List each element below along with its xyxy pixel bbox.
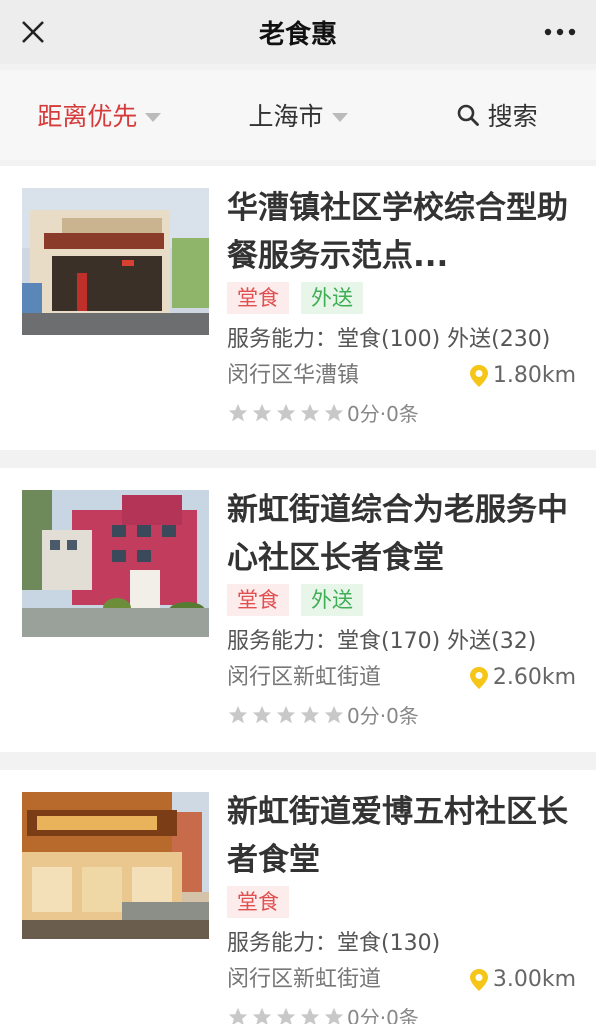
- sort-distance-dropdown[interactable]: 距离优先: [0, 97, 199, 133]
- service-tags: 堂食 外送: [227, 282, 576, 314]
- star-icon: [228, 705, 248, 723]
- distance: 3.00km: [469, 964, 576, 996]
- star-icon: [276, 1007, 296, 1024]
- canteen-name[interactable]: 华漕镇社区学校综合型助餐服务示范点...: [227, 184, 576, 280]
- canteen-name[interactable]: 新虹街道综合为老服务中心社区长者食堂: [227, 486, 576, 582]
- listing-info: 新虹街道爱博五村社区长者食堂 堂食 服务能力：堂食(130) 闵行区新虹街道 3…: [227, 792, 576, 1024]
- star-icon: [324, 1007, 344, 1024]
- rating-row: 0分·0条: [227, 700, 576, 729]
- star-rating: [227, 704, 345, 726]
- distance-value: 1.80km: [492, 363, 576, 388]
- star-icon: [276, 705, 296, 723]
- star-icon: [252, 705, 272, 723]
- map-pin-icon: [469, 969, 488, 991]
- rating-text: 0分·0条: [347, 704, 419, 728]
- filter-bar: 距离优先 上海市 搜索: [0, 70, 596, 160]
- service-tags: 堂食 外送: [227, 584, 576, 616]
- more-dots-icon: [544, 28, 576, 36]
- star-icon: [300, 403, 320, 421]
- tag-delivery: 外送: [301, 282, 363, 314]
- district-label: 闵行区新虹街道: [227, 967, 382, 992]
- location-row: 闵行区华漕镇 1.80km: [227, 360, 576, 392]
- list-item[interactable]: 新虹街道综合为老服务中心社区长者食堂 堂食 外送 服务能力：堂食(170) 外送…: [0, 468, 596, 752]
- page-title: 老食惠: [258, 19, 337, 50]
- map-pin-icon: [469, 365, 488, 387]
- canteen-name[interactable]: 新虹街道爱博五村社区长者食堂: [227, 788, 576, 884]
- tag-dine-in: 堂食: [227, 282, 289, 314]
- more-button[interactable]: [526, 7, 576, 57]
- district-label: 闵行区新虹街道: [227, 665, 382, 690]
- rating-text: 0分·0条: [347, 402, 419, 426]
- canteen-photo: [22, 490, 209, 637]
- list-item[interactable]: 华漕镇社区学校综合型助餐服务示范点... 堂食 外送 服务能力：堂食(100) …: [0, 166, 596, 450]
- tag-dine-in: 堂食: [227, 584, 289, 616]
- canteen-list: 华漕镇社区学校综合型助餐服务示范点... 堂食 外送 服务能力：堂食(100) …: [0, 166, 596, 1024]
- star-rating: [227, 402, 345, 424]
- location-row: 闵行区新虹街道 2.60km: [227, 662, 576, 694]
- star-icon: [276, 403, 296, 421]
- canteen-photo: [22, 188, 209, 335]
- star-rating: [227, 1006, 345, 1024]
- search-label: 搜索: [487, 102, 538, 131]
- star-icon: [228, 1007, 248, 1024]
- star-icon: [324, 403, 344, 421]
- close-button[interactable]: [20, 7, 70, 57]
- map-pin-icon: [469, 667, 488, 689]
- distance-value: 2.60km: [492, 665, 576, 690]
- listing-info: 新虹街道综合为老服务中心社区长者食堂 堂食 外送 服务能力：堂食(170) 外送…: [227, 490, 576, 752]
- star-icon: [252, 403, 272, 421]
- service-tags: 堂食: [227, 886, 576, 918]
- star-icon: [324, 705, 344, 723]
- service-capacity: 服务能力：堂食(100) 外送(230): [227, 327, 551, 352]
- star-icon: [228, 403, 248, 421]
- tag-dine-in: 堂食: [227, 886, 289, 918]
- caret-down-icon: [331, 112, 348, 122]
- distance: 1.80km: [469, 360, 576, 392]
- star-icon: [252, 1007, 272, 1024]
- sort-label: 距离优先: [37, 102, 138, 131]
- listing-info: 华漕镇社区学校综合型助餐服务示范点... 堂食 外送 服务能力：堂食(100) …: [227, 188, 576, 450]
- list-item[interactable]: 新虹街道爱博五村社区长者食堂 堂食 服务能力：堂食(130) 闵行区新虹街道 3…: [0, 770, 596, 1024]
- city-dropdown[interactable]: 上海市: [199, 97, 398, 133]
- service-capacity: 服务能力：堂食(170) 外送(32): [227, 629, 537, 654]
- distance-value: 3.00km: [492, 967, 576, 992]
- search-button[interactable]: 搜索: [397, 97, 596, 133]
- close-icon: [22, 21, 44, 43]
- rating-text: 0分·0条: [347, 1006, 419, 1024]
- city-label: 上海市: [248, 102, 324, 131]
- caret-down-icon: [145, 112, 162, 122]
- tag-delivery: 外送: [301, 584, 363, 616]
- canteen-photo: [22, 792, 209, 939]
- rating-row: 0分·0条: [227, 1002, 576, 1024]
- star-icon: [300, 1007, 320, 1024]
- distance: 2.60km: [469, 662, 576, 694]
- star-icon: [300, 705, 320, 723]
- service-capacity: 服务能力：堂食(130): [227, 931, 441, 956]
- district-label: 闵行区华漕镇: [227, 363, 360, 388]
- location-row: 闵行区新虹街道 3.00km: [227, 964, 576, 996]
- rating-row: 0分·0条: [227, 398, 576, 427]
- search-icon: [457, 104, 479, 126]
- title-bar: 老食惠: [0, 0, 596, 64]
